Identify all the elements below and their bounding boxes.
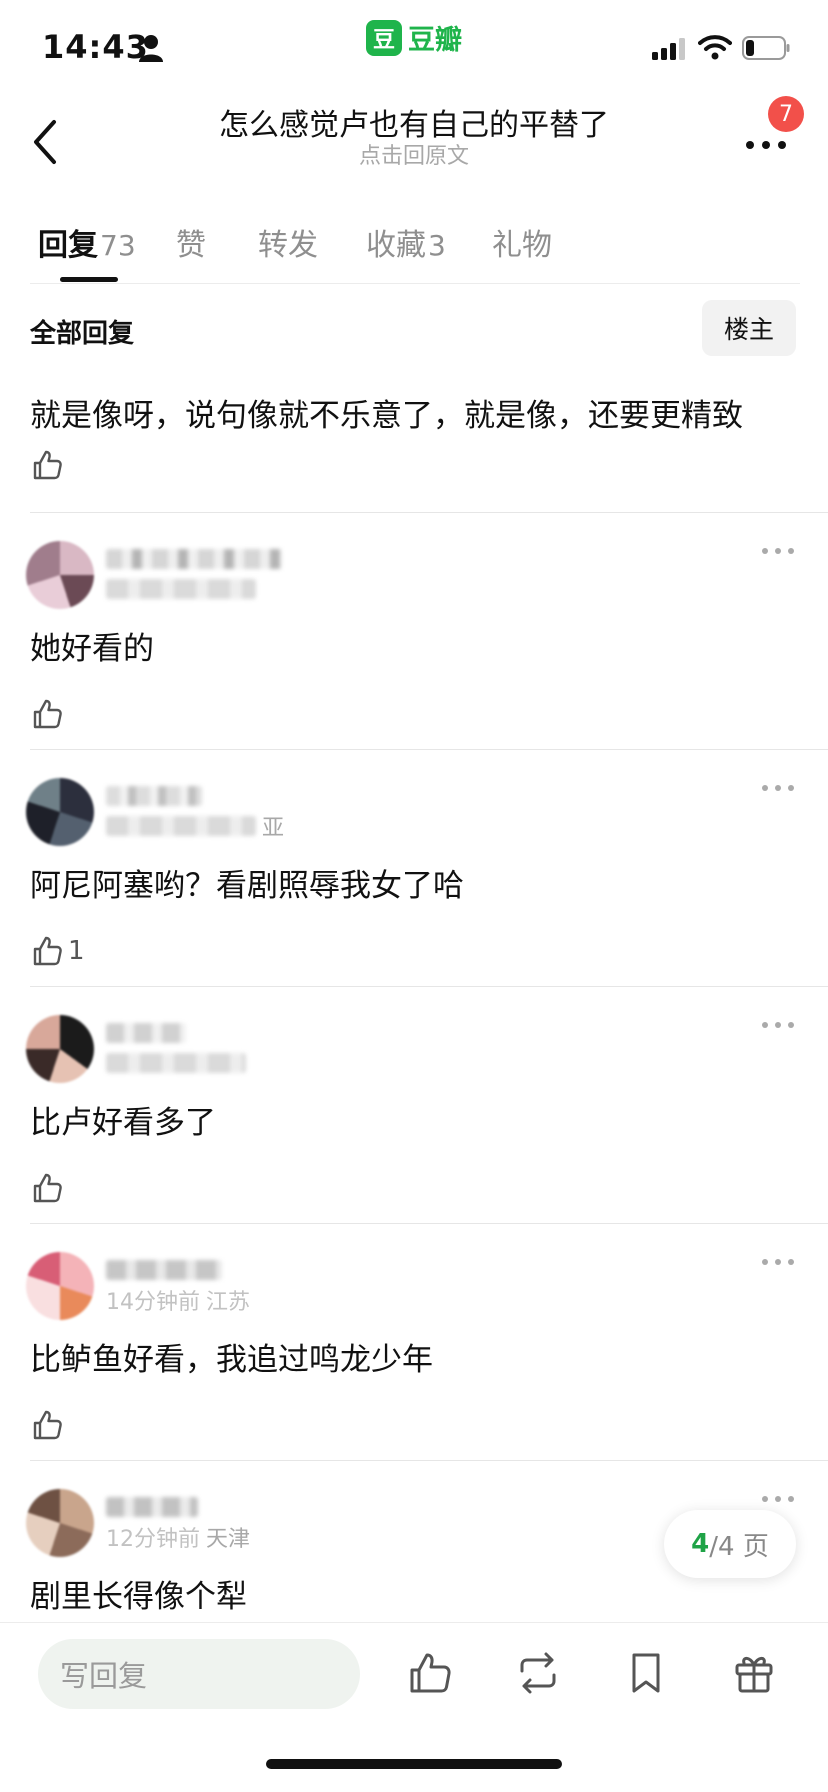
comment-meta: 14分钟前 江苏 (106, 1286, 251, 1315)
thumb-up-icon (33, 1173, 62, 1203)
back-to-original-link[interactable]: 点击回原文 (140, 138, 688, 170)
nav-bar: 怎么感觉卢也有自己的平替了 点击回原文 7 (0, 90, 828, 200)
all-replies-title: 全部回复 (30, 319, 135, 349)
comment-location: 亚 (262, 816, 285, 841)
bookmark-icon[interactable] (622, 1649, 670, 1697)
comment-time: 12分钟前 (106, 1527, 200, 1552)
avatar[interactable] (26, 778, 94, 846)
username-blurred[interactable] (106, 1023, 186, 1043)
app-badge: 豆 豆瓣 (366, 18, 462, 57)
tab-indicator (60, 277, 118, 282)
tab-label: 回复 (38, 228, 98, 263)
page-indicator[interactable]: 4/4 页 (664, 1510, 796, 1578)
thumb-up-icon (33, 699, 62, 729)
back-icon[interactable] (24, 110, 72, 174)
comment-meta (106, 575, 256, 603)
repost-icon[interactable] (514, 1649, 562, 1697)
like-count: 1 (68, 936, 85, 966)
bottom-action-bar: 写回复 (0, 1622, 828, 1792)
thumb-up-icon[interactable] (406, 1649, 454, 1697)
tab-label: 转发 (258, 228, 318, 263)
avatar[interactable] (26, 1252, 94, 1320)
home-indicator (266, 1759, 562, 1769)
thumb-up-icon (33, 450, 62, 480)
username-blurred[interactable] (106, 1497, 198, 1517)
person-icon (139, 35, 163, 62)
tab-label: 礼物 (492, 228, 552, 263)
comment-more-icon[interactable] (760, 782, 796, 794)
current-page: 4 (691, 1529, 710, 1559)
comment-time: 14分钟前 (106, 1290, 200, 1315)
wifi-icon (698, 35, 732, 60)
notification-badge: 7 (768, 96, 804, 132)
like-button[interactable] (30, 1408, 64, 1442)
op-only-button[interactable]: 楼主 (702, 300, 796, 356)
total-pages: /4 页 (709, 1531, 769, 1562)
tab-label: 收藏 (366, 228, 426, 263)
comment-more-icon[interactable] (760, 1256, 796, 1268)
comment-location: 江苏 (206, 1290, 251, 1315)
comment-item: 她好看的 (0, 513, 828, 749)
username-blurred[interactable] (106, 786, 202, 806)
comment-more-icon[interactable] (760, 1493, 796, 1505)
username-blurred[interactable] (106, 549, 282, 569)
meta-blurred (106, 579, 256, 599)
comment-item: 14分钟前 江苏 比鲈鱼好看，我追过鸣龙少年 (0, 1224, 828, 1460)
username-blurred[interactable] (106, 1260, 222, 1280)
like-button[interactable]: 1 (30, 934, 85, 968)
comment-text: 比鲈鱼好看，我追过鸣龙少年 (30, 1342, 433, 1378)
tab-count: 73 (100, 229, 136, 262)
comment-meta: 亚 (106, 812, 285, 841)
avatar[interactable] (26, 541, 94, 609)
thumb-up-icon (33, 1410, 62, 1440)
tab-replies[interactable]: 回复73 (38, 220, 136, 264)
tab-gifts[interactable]: 礼物 (492, 220, 552, 264)
status-bar: 14:43 豆 豆瓣 (0, 0, 828, 90)
filter-row: 全部回复 楼主 (0, 300, 828, 360)
comment-more-icon[interactable] (760, 1019, 796, 1031)
meta-blurred (106, 1053, 246, 1073)
tab-reposts[interactable]: 转发 (258, 220, 318, 264)
gift-icon[interactable] (730, 1649, 778, 1697)
reply-input[interactable]: 写回复 (38, 1639, 360, 1709)
douban-logo-icon: 豆 (366, 19, 402, 56)
avatar[interactable] (26, 1489, 94, 1557)
comment-location: 天津 (206, 1527, 251, 1552)
comment-meta (106, 1049, 246, 1077)
avatar[interactable] (26, 1015, 94, 1083)
comment-more-icon[interactable] (760, 545, 796, 557)
comment-text: 她好看的 (30, 631, 154, 667)
comment-text: 比卢好看多了 (30, 1105, 216, 1141)
like-button[interactable] (30, 697, 64, 731)
app-name: 豆瓣 (408, 25, 462, 56)
like-button[interactable] (30, 448, 64, 482)
like-button[interactable] (30, 1171, 64, 1205)
meta-blurred (106, 816, 256, 836)
comment-item: 亚 阿尼阿塞哟？看剧照辱我女了哈 1 (0, 750, 828, 986)
tab-collections[interactable]: 收藏3 (366, 220, 446, 264)
signal-icon (652, 38, 685, 60)
comment-text: 阿尼阿塞哟？看剧照辱我女了哈 (30, 868, 464, 904)
status-time: 14:43 (42, 28, 149, 66)
comment-text: 就是像呀，说句像就不乐意了，就是像，还要更精致 (30, 398, 743, 434)
tab-count: 3 (428, 229, 446, 262)
comment-meta: 12分钟前 天津 (106, 1523, 251, 1552)
thumb-up-icon (33, 936, 62, 966)
tab-bar: 回复73 赞 转发 收藏3 礼物 (30, 200, 800, 284)
comment-item: 比卢好看多了 (0, 987, 828, 1223)
comment-text: 剧里长得像个犁 (30, 1579, 247, 1615)
battery-icon (742, 36, 790, 60)
tab-label: 赞 (176, 228, 206, 263)
tab-likes[interactable]: 赞 (176, 220, 206, 264)
